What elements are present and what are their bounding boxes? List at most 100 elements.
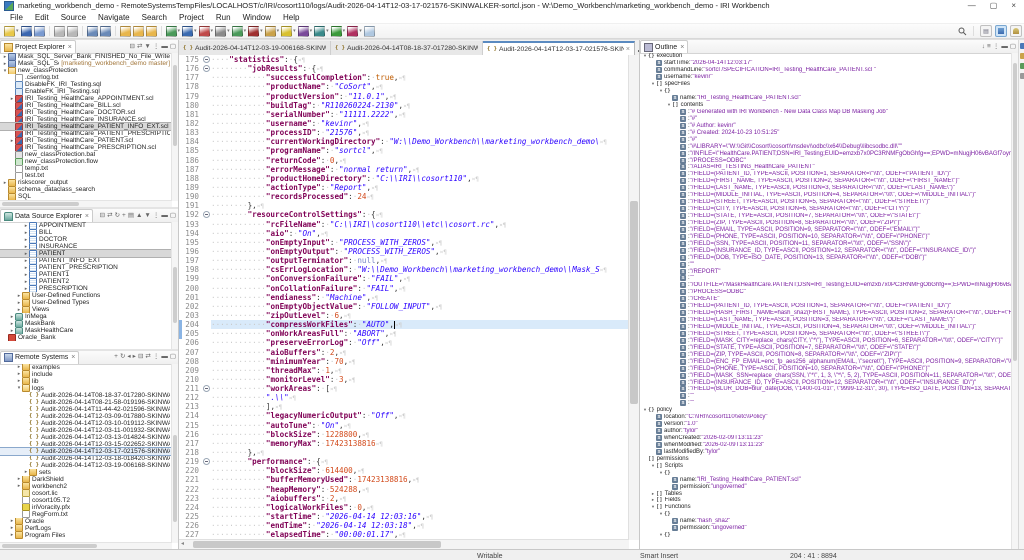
data-source-item[interactable]: ▸PRESCRIPTION bbox=[0, 285, 172, 292]
data-source-item[interactable]: ▸PATIENT1 bbox=[0, 271, 172, 278]
editor-line-code[interactable]: ············"currentWorkingDirectory":·"… bbox=[211, 137, 629, 146]
close-icon[interactable]: × bbox=[680, 44, 684, 51]
editor-line-code[interactable]: ············"workAreas":·[¤¶ bbox=[211, 384, 629, 393]
remote-systems-item[interactable]: { }Audit-2026-04-14T12-03-18-018420-SKIN… bbox=[0, 455, 172, 462]
editor-line[interactable]: 193············"rcFileName":·"C:\\IRI\\c… bbox=[179, 220, 629, 229]
line-number[interactable]: 222 bbox=[179, 485, 202, 494]
menu-help[interactable]: Help bbox=[277, 13, 305, 22]
new-connection-icon[interactable]: + bbox=[114, 354, 118, 360]
line-number[interactable]: 191 bbox=[179, 201, 202, 210]
import-icon[interactable]: ▲ bbox=[136, 213, 142, 219]
project-explorer-item[interactable]: DisableFK_IRI_Testing.sql bbox=[0, 81, 172, 88]
dropdown-caret-icon[interactable]: ▾ bbox=[260, 28, 263, 34]
editor-line-code[interactable]: ············"memoryMax":·17423138816¤¶ bbox=[211, 439, 629, 448]
dropdown-caret-icon[interactable]: ▾ bbox=[326, 28, 329, 34]
open-perspective-icon[interactable]: ▤ bbox=[980, 25, 992, 37]
outline-tab[interactable]: Outline × bbox=[640, 40, 688, 53]
editor-line-code[interactable]: ····"statistics":·{¤¶ bbox=[211, 55, 629, 64]
flag-yellow-button[interactable]: ▾ bbox=[281, 26, 296, 37]
line-number[interactable]: 190 bbox=[179, 192, 202, 201]
editor-line[interactable]: 218········},¤¶ bbox=[179, 448, 629, 457]
line-number[interactable]: 180 bbox=[179, 101, 202, 110]
editor-line-code[interactable]: ············"blockSize":·1228800,¤¶ bbox=[211, 430, 629, 439]
editor-line-code[interactable]: ············"onEmptyInput":·"PROCESS_WIT… bbox=[211, 238, 629, 247]
outline-item[interactable]: ▾{} bbox=[640, 511, 1012, 518]
line-number[interactable]: 210 bbox=[179, 375, 202, 384]
outline-item[interactable]: Sauthor : "tylor" bbox=[640, 428, 1012, 435]
line-number[interactable]: 212 bbox=[179, 393, 202, 402]
outline-item[interactable]: S: "" bbox=[640, 261, 1012, 268]
link-editor-icon[interactable]: ⇄ bbox=[145, 354, 150, 360]
editor-tab[interactable]: { }Audit-2026-04-14T08-18-37-017280-SKIN… bbox=[331, 41, 483, 55]
project-explorer-item[interactable]: new_classProtection.flow bbox=[0, 158, 172, 165]
remote-systems-item[interactable]: ▾logs bbox=[0, 385, 172, 392]
project-explorer-item[interactable]: ▸IRI_Testing_HealthCare_APPOINTMENT.scl bbox=[0, 95, 172, 102]
outline-item[interactable]: S: "/PROCESS=ODBC" bbox=[640, 289, 1012, 296]
menu-project[interactable]: Project bbox=[173, 13, 210, 22]
collapse-fold-icon[interactable] bbox=[203, 385, 210, 392]
outline-item[interactable]: S: "/PROCESS=ODBC" bbox=[640, 157, 1012, 164]
project-explorer-tab[interactable]: Project Explorer × bbox=[0, 40, 76, 53]
outline-item[interactable]: S: "# Created: 2024-10-23 10:51:25" bbox=[640, 129, 1012, 136]
menu-file[interactable]: File bbox=[4, 13, 29, 22]
outline-item[interactable]: S: "/FIELD=(EMAIL, TYPE=ASCII, POSITION=… bbox=[640, 226, 1012, 233]
line-number[interactable]: 201 bbox=[179, 293, 202, 302]
project-explorer-item[interactable]: ▾new_classProtection bbox=[0, 67, 172, 74]
maximize-icon[interactable]: ▢ bbox=[170, 354, 176, 360]
outline-item[interactable]: ▾{} bbox=[640, 469, 1012, 476]
line-number[interactable]: 185 bbox=[179, 146, 202, 155]
open-resource-3-button[interactable] bbox=[146, 26, 157, 37]
remote-systems-item[interactable]: { }Audit-2026-04-14T12-03-11-001932-SKIN… bbox=[0, 427, 172, 434]
editor-line-code[interactable]: ············"onWorkAreasFull":·"ABORT",¤… bbox=[211, 329, 629, 338]
outline-item[interactable]: ▾{}execution bbox=[640, 53, 1012, 60]
job-wizard-green-button[interactable]: ▾ bbox=[232, 26, 247, 37]
outline-item[interactable]: S: "/FIELD=(LAST_NAME, TYPE=ASCII, POSIT… bbox=[640, 185, 1012, 192]
editor-line-code[interactable]: ············"heapMemory":·524288,¤¶ bbox=[211, 485, 629, 494]
forward-icon[interactable]: ▸ bbox=[133, 354, 136, 360]
data-source-item[interactable]: Oracle_Bank bbox=[0, 334, 172, 341]
editor-line[interactable]: 201 ············"endianess":·"Machine",¤¶ bbox=[179, 293, 629, 302]
remote-systems-item[interactable]: cosort105.T2 bbox=[0, 497, 172, 504]
open-resource-2-button[interactable] bbox=[133, 26, 144, 37]
line-number[interactable]: 216 bbox=[179, 430, 202, 439]
close-icon[interactable]: × bbox=[626, 46, 630, 53]
editor-line-code[interactable]: ············"productVersion":·"11.0.1",¤… bbox=[211, 92, 629, 101]
json-editor[interactable]: 175····"statistics":·{¤¶176········"jobR… bbox=[179, 55, 629, 540]
outline-item[interactable]: S: "" bbox=[640, 393, 1012, 400]
remote-systems-item[interactable]: cosort.lic bbox=[0, 490, 172, 497]
outline-item[interactable]: Sname : "IRI_Testing_HealthCare_PATIENT.… bbox=[640, 476, 1012, 483]
data-source-item[interactable]: ▸IriMega bbox=[0, 313, 172, 320]
refresh-icon[interactable]: ↻ bbox=[120, 354, 125, 360]
remote-systems-item[interactable]: { }Audit-2026-04-14T12-03-09-017880-SKIN… bbox=[0, 413, 172, 420]
view-menu-icon[interactable]: ⋮ bbox=[153, 354, 160, 360]
save-all-button[interactable] bbox=[34, 26, 45, 37]
editor-line[interactable]: 220············"blockSize":·614400,¤¶ bbox=[179, 466, 629, 475]
line-number[interactable]: 195 bbox=[179, 238, 202, 247]
data-source-item[interactable]: ▸DOCTOR bbox=[0, 236, 172, 243]
editor-line-code[interactable]: ············"aioBuffers":·2,¤¶ bbox=[211, 348, 629, 357]
data-source-explorer-tab[interactable]: Data Source Explorer × bbox=[0, 209, 93, 222]
project-explorer-item[interactable]: SQL bbox=[0, 193, 172, 200]
outline-item[interactable]: ▾{} bbox=[640, 532, 1012, 539]
search-icon[interactable] bbox=[958, 27, 967, 36]
back-icon[interactable]: ◂ bbox=[127, 354, 130, 360]
editor-line-code[interactable]: ············"startTime":·"2026-04-14 12:… bbox=[211, 512, 629, 521]
editor-line-code[interactable]: ············"processID":·"21576",¤¶ bbox=[211, 128, 629, 137]
editor-line-code[interactable]: ············"endianess":·"Machine",¤¶ bbox=[211, 293, 629, 302]
editor-line-code[interactable]: ············"preserveErrorLog":·"Off",¤¶ bbox=[211, 338, 629, 347]
view-menu-icon[interactable]: ⋮ bbox=[153, 44, 160, 50]
minimize-icon[interactable]: ▬ bbox=[1001, 44, 1008, 50]
editor-line[interactable]: 216 ············"blockSize":·1228800,¤¶ bbox=[179, 430, 629, 439]
link-editor-icon[interactable]: ⇄ bbox=[137, 44, 142, 50]
editor-line[interactable]: 181············"serialNumber":·"11111.22… bbox=[179, 110, 629, 119]
remote-systems-item[interactable]: ▸PerfLogs bbox=[0, 525, 172, 532]
outline-item[interactable]: SwhenModified : "2026-02-09T13:11:23" bbox=[640, 442, 1012, 449]
new-connection-icon[interactable]: + bbox=[122, 213, 126, 219]
restore-view-icon[interactable] bbox=[1020, 43, 1024, 49]
editor-line-code[interactable]: ············"threadMax":·1,¤¶ bbox=[211, 366, 629, 375]
remote-systems-item[interactable]: { }Audit-2026-04-14T12-03-13-014824-SKIN… bbox=[0, 434, 172, 441]
line-number[interactable]: 208 bbox=[179, 357, 202, 366]
console-b-button[interactable] bbox=[100, 26, 111, 37]
data-source-item[interactable]: ▸MaskHealthCare bbox=[0, 327, 172, 334]
line-number[interactable]: 225 bbox=[179, 512, 202, 521]
